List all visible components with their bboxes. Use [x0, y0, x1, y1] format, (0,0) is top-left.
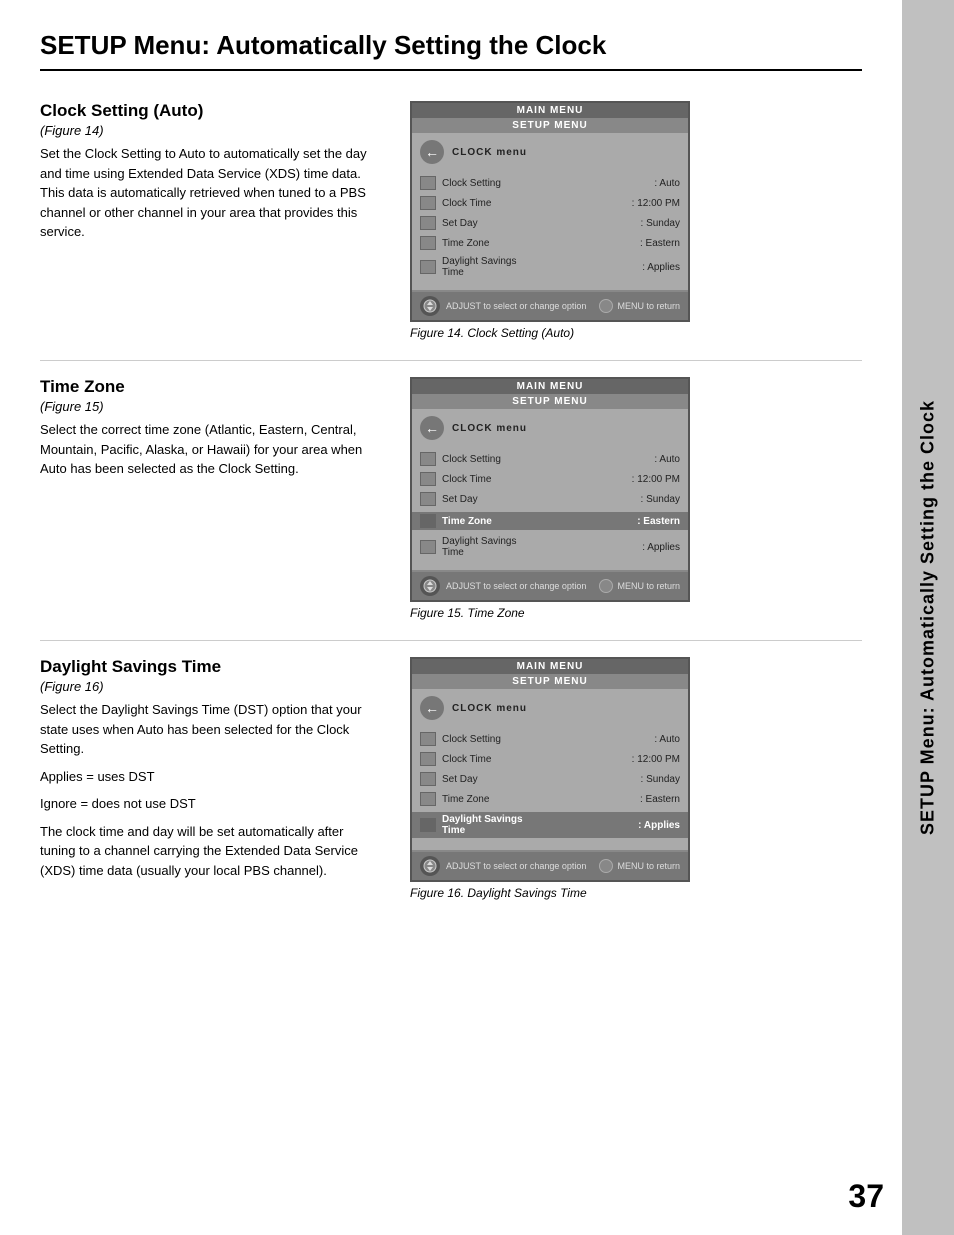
menu-setup-title-15: SETUP MENU [412, 394, 688, 410]
menu-item-15-clock-time: Clock Time : 12:00 PM [420, 472, 680, 486]
section-clock-setting: Clock Setting (Auto) (Figure 14) Set the… [40, 101, 862, 340]
menu-item-15-dst: Daylight SavingsTime : Applies [420, 536, 680, 558]
dst-body-applies: Applies = uses DST [40, 767, 380, 787]
menu-setup-title-16: SETUP MENU [412, 674, 688, 690]
menu-item-value-clock-time: : 12:00 PM [632, 198, 680, 209]
menu-item-16-time-zone: Time Zone : Eastern [420, 792, 680, 806]
divider-2 [40, 640, 862, 641]
menu-item-label-time-zone: Time Zone [442, 238, 634, 249]
menu-footer-return-15: MENU to return [599, 579, 680, 593]
menu-item-label-clock-time: Clock Time [442, 198, 626, 209]
menu-footer-15: ADJUST to select or change option MENU t… [412, 572, 688, 600]
menu-setup-title: SETUP MENU [412, 118, 688, 134]
section-time-zone: Time Zone (Figure 15) Select the correct… [40, 377, 862, 620]
section-title-clock: Clock Setting (Auto) [40, 101, 380, 121]
figure-caption-15: Figure 15. Time Zone [410, 606, 862, 620]
clock-icon: ← [420, 140, 444, 164]
dst-body-3: The clock time and day will be set autom… [40, 822, 380, 881]
section-title-timezone: Time Zone [40, 377, 380, 397]
menu-footer-return-16: MENU to return [599, 859, 680, 873]
menu-item-value-clock-setting: : Auto [654, 178, 680, 189]
menu-item-15-set-day: Set Day : Sunday [420, 492, 680, 506]
section-figure-label-14: (Figure 14) [40, 123, 380, 138]
menu-footer-16: ADJUST to select or change option MENU t… [412, 852, 688, 880]
menu-item-icon [420, 196, 436, 210]
menu-item-icon [420, 236, 436, 250]
menu-main-title-16: MAIN MENU [412, 659, 688, 674]
menu-footer-return-text: MENU to return [617, 301, 680, 311]
menu-item-value-set-day: : Sunday [641, 218, 680, 229]
menu-item-label-set-day: Set Day [442, 218, 635, 229]
menu-item-set-day: Set Day : Sunday [420, 216, 680, 230]
menu-item-16-dst-highlighted: Daylight SavingsTime : Applies [412, 812, 688, 838]
section-body-clock: Set the Clock Setting to Auto to automat… [40, 144, 380, 242]
section-body-timezone: Select the correct time zone (Atlantic, … [40, 420, 380, 479]
side-tab: SETUP Menu: Automatically Setting the Cl… [902, 0, 954, 1235]
menu-item-time-zone: Time Zone : Eastern [420, 236, 680, 250]
menu-mockup-fig16: MAIN MENU SETUP MENU ← CLOCK menu Clock … [410, 657, 690, 882]
menu-item-clock-setting: Clock Setting : Auto [420, 176, 680, 190]
menu-item-value-time-zone: : Eastern [640, 238, 680, 249]
menu-item-16-clock-time: Clock Time : 12:00 PM [420, 752, 680, 766]
adjust-icon-16 [420, 856, 440, 876]
menu-item-label-clock-setting: Clock Setting [442, 178, 648, 189]
page-title: SETUP Menu: Automatically Setting the Cl… [40, 30, 862, 71]
section-figure-label-15: (Figure 15) [40, 399, 380, 414]
section-figure-label-16: (Figure 16) [40, 679, 380, 694]
section-dst: Daylight Savings Time (Figure 16) Select… [40, 657, 862, 900]
divider-1 [40, 360, 862, 361]
menu-item-clock-time: Clock Time : 12:00 PM [420, 196, 680, 210]
menu-footer-return: MENU to return [599, 299, 680, 313]
figure-caption-14: Figure 14. Clock Setting (Auto) [410, 326, 862, 340]
clock-icon-15: ← [420, 416, 444, 440]
clock-menu-label-16: CLOCK menu [452, 703, 527, 714]
clock-menu-label-15: CLOCK menu [452, 423, 527, 434]
section-title-dst: Daylight Savings Time [40, 657, 380, 677]
menu-item-dst: Daylight SavingsTime : Applies [420, 256, 680, 278]
return-icon [599, 299, 613, 313]
dst-body-1: Select the Daylight Savings Time (DST) o… [40, 700, 380, 759]
menu-footer: ADJUST to select or change option MENU t… [412, 292, 688, 320]
menu-footer-adjust-text-16: ADJUST to select or change option [446, 861, 593, 871]
page-number: 37 [848, 1178, 884, 1215]
adjust-icon-15 [420, 576, 440, 596]
dst-body-ignore: Ignore = does not use DST [40, 794, 380, 814]
menu-mockup-fig15: MAIN MENU SETUP MENU ← CLOCK menu Clock … [410, 377, 690, 602]
figure-caption-16: Figure 16. Daylight Savings Time [410, 886, 862, 900]
section-body-dst: Select the Daylight Savings Time (DST) o… [40, 700, 380, 880]
menu-item-icon [420, 176, 436, 190]
menu-item-icon [420, 260, 436, 274]
clock-menu-label: CLOCK menu [452, 147, 527, 158]
menu-mockup-fig14: MAIN MENU SETUP MENU ← CLOCK menu Clock … [410, 101, 690, 322]
menu-main-title-15: MAIN MENU [412, 379, 688, 394]
clock-icon-16: ← [420, 696, 444, 720]
menu-item-16-set-day: Set Day : Sunday [420, 772, 680, 786]
menu-footer-adjust-text-15: ADJUST to select or change option [446, 581, 593, 591]
adjust-icon [420, 296, 440, 316]
menu-item-value-dst: : Applies [642, 262, 680, 273]
menu-item-15-time-zone-highlighted: Time Zone : Eastern [412, 512, 688, 530]
menu-main-title: MAIN MENU [412, 103, 688, 118]
menu-item-16-clock-setting: Clock Setting : Auto [420, 732, 680, 746]
menu-item-label-dst: Daylight SavingsTime [442, 256, 636, 278]
menu-footer-adjust-text: ADJUST to select or change option [446, 301, 593, 311]
menu-item-15-clock-setting: Clock Setting : Auto [420, 452, 680, 466]
menu-item-icon [420, 216, 436, 230]
